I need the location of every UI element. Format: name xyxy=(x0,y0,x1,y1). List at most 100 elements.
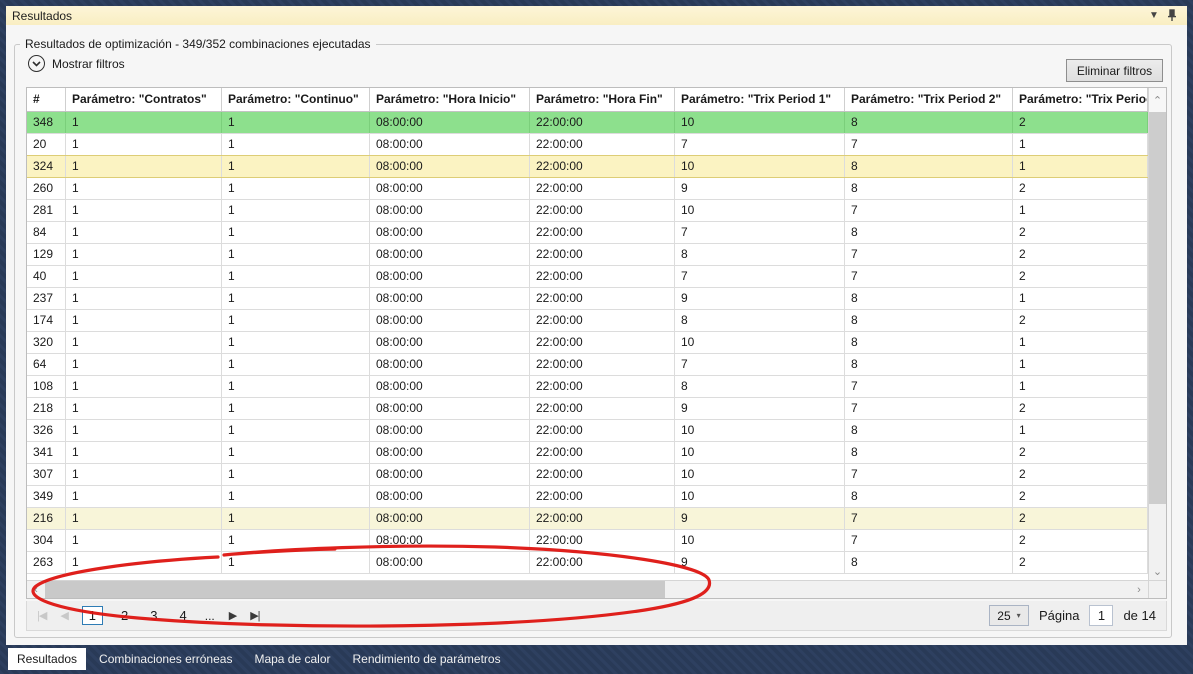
pin-icon[interactable] xyxy=(1163,8,1181,23)
table-cell: 22:00:00 xyxy=(530,222,675,243)
table-cell: 8 xyxy=(675,376,845,397)
column-header[interactable]: Parámetro: "Trix Period 2" xyxy=(845,88,1013,111)
table-cell: 08:00:00 xyxy=(370,222,530,243)
table-cell: 22:00:00 xyxy=(530,398,675,419)
table-row[interactable]: 341 1 1 08:00:00 22:00:00 10 8 2 xyxy=(27,442,1148,464)
table-row[interactable]: 348 1 1 08:00:00 22:00:00 10 8 2 xyxy=(27,112,1148,134)
table-row[interactable]: 218 1 1 08:00:00 22:00:00 9 7 2 xyxy=(27,398,1148,420)
table-cell: 1 xyxy=(66,376,222,397)
results-window: Resultados ▼ Resultados de optimización … xyxy=(0,0,1193,674)
page-number-button[interactable]: 2 xyxy=(117,607,132,624)
panel-content: Resultados de optimización - 349/352 com… xyxy=(6,25,1187,645)
table-cell: 9 xyxy=(675,398,845,419)
table-row[interactable]: 263 1 1 08:00:00 22:00:00 9 8 2 xyxy=(27,552,1148,574)
show-filters-toggle[interactable]: Mostrar filtros xyxy=(28,55,125,72)
page-number-input[interactable] xyxy=(1089,605,1114,626)
scroll-right-button[interactable]: › xyxy=(1130,581,1148,598)
table-cell: 1 xyxy=(66,288,222,309)
table-row[interactable]: 216 1 1 08:00:00 22:00:00 9 7 2 xyxy=(27,508,1148,530)
table-row[interactable]: 64 1 1 08:00:00 22:00:00 7 8 1 xyxy=(27,354,1148,376)
panel-titlebar: Resultados ▼ xyxy=(6,6,1187,25)
table-cell: 2 xyxy=(1013,442,1148,463)
table-cell: 8 xyxy=(845,332,1013,353)
table-row[interactable]: 108 1 1 08:00:00 22:00:00 8 7 1 xyxy=(27,376,1148,398)
next-page-button[interactable]: ▶ xyxy=(229,609,238,622)
tab-rendimiento-de-par-metros[interactable]: Rendimiento de parámetros xyxy=(344,648,510,670)
pagination-right-group: 25 ▾ Página de 14 xyxy=(988,605,1156,626)
page-size-dropdown[interactable]: 25 ▾ xyxy=(988,605,1029,626)
scroll-up-button[interactable]: ⌃ xyxy=(1149,88,1166,112)
page-number-button[interactable]: 4 xyxy=(176,607,191,624)
table-cell: 1 xyxy=(1013,288,1148,309)
column-header[interactable]: # xyxy=(27,88,66,111)
table-row[interactable]: 307 1 1 08:00:00 22:00:00 10 7 2 xyxy=(27,464,1148,486)
row-id-cell: 263 xyxy=(27,552,66,573)
column-header[interactable]: Parámetro: "Trix Period 1" xyxy=(675,88,845,111)
scroll-down-button[interactable]: ⌄ xyxy=(1149,562,1166,580)
page-number-button[interactable]: 1 xyxy=(81,606,104,625)
page-ellipsis[interactable]: ... xyxy=(205,609,215,623)
column-header[interactable]: Parámetro: "Continuo" xyxy=(222,88,370,111)
table-cell: 22:00:00 xyxy=(530,200,675,221)
table-row[interactable]: 326 1 1 08:00:00 22:00:00 10 8 1 xyxy=(27,420,1148,442)
row-id-cell: 304 xyxy=(27,530,66,551)
vertical-scrollbar-track[interactable] xyxy=(1149,504,1166,562)
table-row[interactable]: 129 1 1 08:00:00 22:00:00 8 7 2 xyxy=(27,244,1148,266)
table-row[interactable]: 304 1 1 08:00:00 22:00:00 10 7 2 xyxy=(27,530,1148,552)
vertical-scrollbar-thumb[interactable] xyxy=(1149,112,1166,504)
table-cell: 22:00:00 xyxy=(530,134,675,155)
table-cell: 1 xyxy=(1013,134,1148,155)
collapse-arrow-icon[interactable]: ▼ xyxy=(1145,8,1163,23)
table-cell: 9 xyxy=(675,508,845,529)
table-row[interactable]: 349 1 1 08:00:00 22:00:00 10 8 2 xyxy=(27,486,1148,508)
table-cell: 10 xyxy=(675,486,845,507)
horizontal-scrollbar-track[interactable] xyxy=(665,581,1130,598)
table-cell: 1 xyxy=(66,332,222,353)
table-row[interactable]: 260 1 1 08:00:00 22:00:00 9 8 2 xyxy=(27,178,1148,200)
table-cell: 2 xyxy=(1013,486,1148,507)
table-cell: 7 xyxy=(845,134,1013,155)
table-cell: 22:00:00 xyxy=(530,486,675,507)
page-label: Página xyxy=(1038,608,1080,623)
table-row[interactable]: 237 1 1 08:00:00 22:00:00 9 8 1 xyxy=(27,288,1148,310)
table-cell: 22:00:00 xyxy=(530,552,675,573)
tab-resultados[interactable]: Resultados xyxy=(8,648,87,670)
table-cell: 10 xyxy=(675,464,845,485)
table-cell: 2 xyxy=(1013,552,1148,573)
horizontal-scrollbar-thumb[interactable] xyxy=(45,581,665,598)
table-row[interactable]: 84 1 1 08:00:00 22:00:00 7 8 2 xyxy=(27,222,1148,244)
table-cell: 1 xyxy=(66,420,222,441)
bottom-tab-bar: Resultados Combinaciones erróneas Mapa de … xyxy=(0,645,1193,674)
column-header[interactable]: Parámetro: "Hora Fin" xyxy=(530,88,675,111)
row-id-cell: 320 xyxy=(27,332,66,353)
clear-filters-button[interactable]: Eliminar filtros xyxy=(1066,59,1163,82)
table-row[interactable]: 40 1 1 08:00:00 22:00:00 7 7 2 xyxy=(27,266,1148,288)
table-cell: 8 xyxy=(675,244,845,265)
column-header[interactable]: Parámetro: "Hora Inicio" xyxy=(370,88,530,111)
table-row[interactable]: 324 1 1 08:00:00 22:00:00 10 8 1 xyxy=(27,155,1148,178)
horizontal-scrollbar[interactable]: ‹ › xyxy=(27,580,1148,598)
table-row[interactable]: 281 1 1 08:00:00 22:00:00 10 7 1 xyxy=(27,200,1148,222)
first-page-button[interactable]: |◀ xyxy=(37,609,47,622)
table-cell: 22:00:00 xyxy=(530,112,675,133)
results-table: # Parámetro: "Contratos" Parámetro: "Conti… xyxy=(26,87,1167,599)
vertical-scrollbar[interactable]: ⌃ ⌄ xyxy=(1148,88,1166,580)
page-number-button[interactable]: 3 xyxy=(146,607,161,624)
column-header[interactable]: Parámetro: "Trix Perioc xyxy=(1013,88,1148,111)
column-header[interactable]: Parámetro: "Contratos" xyxy=(66,88,222,111)
table-cell: 1 xyxy=(66,156,222,177)
table-row[interactable]: 20 1 1 08:00:00 22:00:00 7 7 1 xyxy=(27,134,1148,156)
table-cell: 08:00:00 xyxy=(370,420,530,441)
table-cell: 2 xyxy=(1013,222,1148,243)
last-page-button[interactable]: ▶| xyxy=(250,609,260,622)
table-row[interactable]: 320 1 1 08:00:00 22:00:00 10 8 1 xyxy=(27,332,1148,354)
row-id-cell: 216 xyxy=(27,508,66,529)
table-cell: 7 xyxy=(845,200,1013,221)
scroll-left-button[interactable]: ‹ xyxy=(27,581,45,598)
prev-page-button[interactable]: ◀ xyxy=(60,609,69,622)
tab-mapa-de-calor[interactable]: Mapa de calor xyxy=(245,648,339,670)
tab-combinaciones-err-neas[interactable]: Combinaciones erróneas xyxy=(90,648,241,670)
table-cell: 1 xyxy=(222,442,370,463)
table-row[interactable]: 174 1 1 08:00:00 22:00:00 8 8 2 xyxy=(27,310,1148,332)
table-cell: 1 xyxy=(222,310,370,331)
